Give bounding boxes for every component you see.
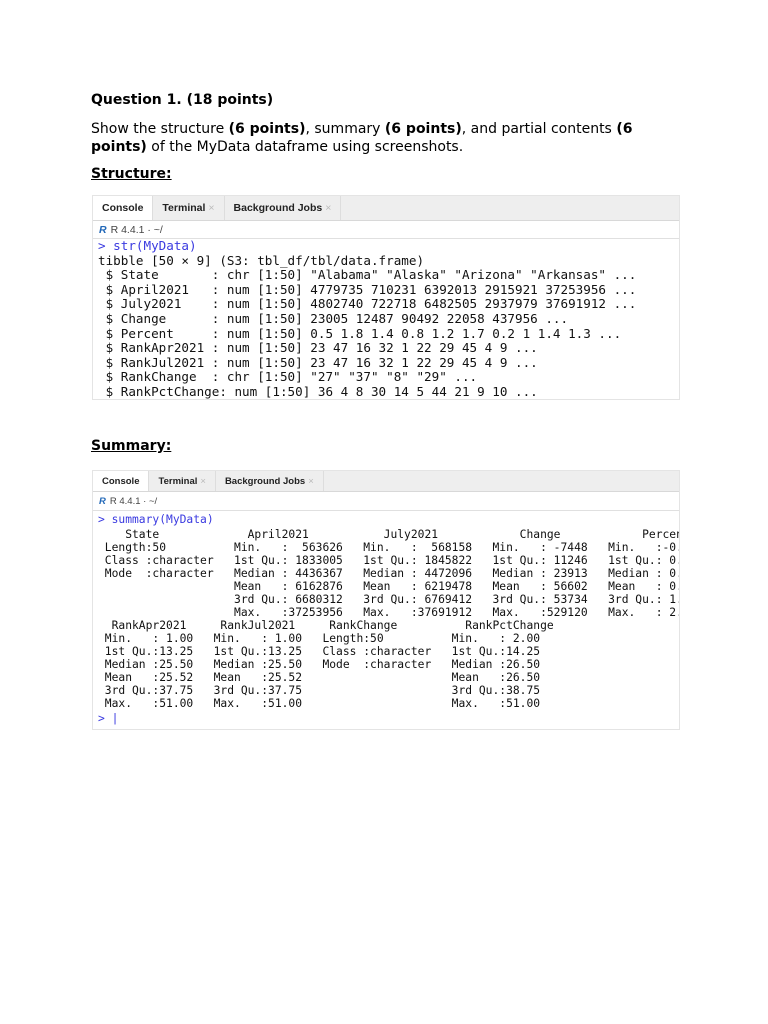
console-line: Mean :25.52 Mean :25.52 Mean :26.50 bbox=[98, 671, 541, 684]
question-title: Question 1. (18 points) bbox=[91, 92, 274, 108]
console-tabs: Console Terminal × Background Jobs × bbox=[93, 471, 679, 492]
str-command: > str(MyData) bbox=[98, 238, 197, 253]
console-line: $ RankApr2021 : num [1:50] 23 47 16 32 1… bbox=[98, 340, 538, 356]
r-version: R 4.4.1 · ~/ bbox=[109, 495, 158, 507]
intro-text: of the MyData dataframe using screenshot… bbox=[146, 139, 464, 155]
console-line: $ RankPctChange: num [1:50] 36 4 8 30 14… bbox=[98, 383, 538, 399]
close-icon[interactable]: × bbox=[208, 202, 214, 214]
tab-terminal[interactable]: Terminal × bbox=[149, 471, 216, 491]
tab-label: Console bbox=[102, 475, 140, 487]
console-line: $ Change : num [1:50] 23005 12487 90492 … bbox=[98, 310, 569, 326]
tab-terminal[interactable]: Terminal × bbox=[153, 196, 225, 220]
console-line: RankApr2021 RankJul2021 RankChange RankP… bbox=[98, 619, 554, 632]
structure-screenshot: Console Terminal × Background Jobs × RR 4.… bbox=[92, 195, 680, 400]
tab-label: Terminal bbox=[162, 202, 206, 214]
console-status-bar: RR 4.4.1 · ~/ bbox=[93, 492, 679, 511]
console-line: tibble [50 × 9] (S3: tbl_df/tbl/data.fra… bbox=[98, 252, 425, 268]
console-prompt[interactable]: > | bbox=[93, 710, 679, 725]
summary-screenshot: Console Terminal × Background Jobs × RR 4.… bbox=[92, 470, 680, 730]
r-logo-icon: R bbox=[99, 495, 106, 507]
console-line: Class :character 1st Qu.: 1833005 1st Qu… bbox=[98, 554, 680, 567]
tab-label: Terminal bbox=[158, 475, 198, 487]
intro-text: Show the structure bbox=[91, 121, 229, 137]
tab-background-jobs[interactable]: Background Jobs × bbox=[225, 196, 342, 220]
r-version: R 4.4.1 · ~/ bbox=[110, 223, 163, 236]
close-icon[interactable]: × bbox=[308, 476, 314, 487]
tab-console[interactable]: Console bbox=[93, 196, 154, 220]
console-line: Min. : 1.00 Min. : 1.00 Length:50 Min. :… bbox=[98, 632, 541, 645]
console-line: $ July2021 : num [1:50] 4802740 722718 6… bbox=[98, 296, 637, 312]
close-icon[interactable]: × bbox=[200, 476, 206, 487]
console-line: $ State : chr [1:50] "Alabama" "Alaska" … bbox=[98, 267, 637, 283]
console-line: 1st Qu.:13.25 1st Qu.:13.25 Class :chara… bbox=[98, 645, 541, 658]
summary-output: State April2021 July2021 Change Percent … bbox=[93, 526, 679, 710]
console-line: Length:50 Min. : 563626 Min. : 568158 Mi… bbox=[98, 541, 680, 554]
r-logo-icon: R bbox=[99, 223, 107, 236]
console-line: $ RankJul2021 : num [1:50] 23 47 16 32 1… bbox=[98, 354, 538, 370]
tab-background-jobs[interactable]: Background Jobs × bbox=[216, 471, 324, 491]
intro-text: , summary bbox=[305, 121, 385, 137]
console-line: Max. :37253956 Max. :37691912 Max. :5291… bbox=[98, 606, 680, 619]
console-line: $ April2021 : num [1:50] 4779735 710231 … bbox=[98, 281, 637, 297]
console-line: State April2021 July2021 Change Percent bbox=[98, 528, 680, 541]
console-status-bar: RR 4.4.1 · ~/ bbox=[93, 221, 679, 239]
console-line: 3rd Qu.:37.75 3rd Qu.:37.75 3rd Qu.:38.7… bbox=[98, 684, 541, 697]
tab-label: Background Jobs bbox=[224, 475, 306, 487]
tab-label: Console bbox=[102, 202, 144, 214]
tab-console[interactable]: Console bbox=[93, 471, 150, 491]
summary-command: > summary(MyData) bbox=[98, 513, 214, 526]
intro-points: (6 points) bbox=[384, 121, 462, 137]
console-line: $ Percent : num [1:50] 0.5 1.8 1.4 0.8 1… bbox=[98, 325, 622, 341]
console-tabs: Console Terminal × Background Jobs × bbox=[93, 196, 679, 221]
console-line: $ RankChange : chr [1:50] "27" "37" "8" … bbox=[98, 369, 478, 385]
structure-heading: Structure: bbox=[91, 166, 172, 182]
intro-points: (6 points) bbox=[228, 121, 306, 137]
str-output: tibble [50 × 9] (S3: tbl_df/tbl/data.fra… bbox=[93, 252, 679, 399]
console-line: Max. :51.00 Max. :51.00 Max. :51.00 bbox=[98, 697, 541, 710]
summary-heading: Summary: bbox=[91, 438, 172, 454]
console-line: Mean : 6162876 Mean : 6219478 Mean : 566… bbox=[98, 580, 680, 593]
tab-label: Background Jobs bbox=[233, 202, 323, 214]
console-line: Mode :character Median : 4436367 Median … bbox=[98, 567, 680, 580]
question-intro: Show the structure (6 points), summary (… bbox=[91, 120, 651, 156]
close-icon[interactable]: × bbox=[325, 202, 331, 214]
console-line: Median :25.50 Median :25.50 Mode :charac… bbox=[98, 658, 541, 671]
intro-text: , and partial contents bbox=[461, 121, 617, 137]
console-line: 3rd Qu.: 6680312 3rd Qu.: 6769412 3rd Qu… bbox=[98, 593, 680, 606]
